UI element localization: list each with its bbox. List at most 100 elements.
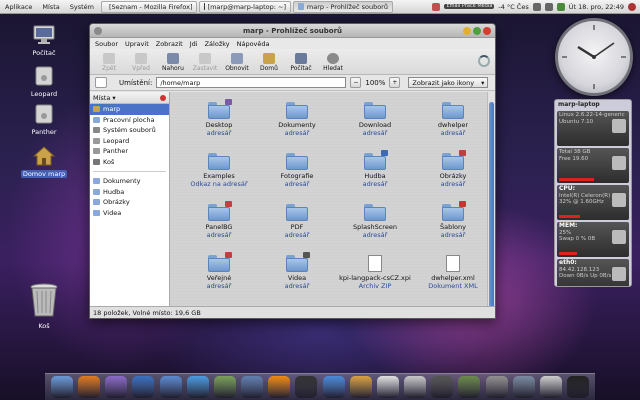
file-item[interactable]: Examples Odkaz na adresář [180, 153, 258, 188]
file-item[interactable]: dwhelper.xml Dokument XML [414, 255, 492, 290]
itunes-icon[interactable] [322, 376, 345, 398]
file-item[interactable]: Dokumenty adresář [258, 102, 336, 137]
volume-icon[interactable] [544, 2, 553, 11]
sidebar-item[interactable]: marp [90, 104, 169, 115]
chat-icon[interactable] [376, 376, 399, 398]
title-bar[interactable]: marp - Prohlížeč souborů [90, 24, 495, 38]
photos-icon[interactable] [213, 376, 236, 398]
file-item[interactable]: Šablony adresář [414, 201, 492, 239]
network-tool-icon[interactable] [512, 376, 535, 398]
sidebar-item[interactable]: Pracovní plocha [90, 115, 169, 126]
file-item[interactable]: dwhelper adresář [414, 102, 492, 137]
file-item[interactable]: kpi-langpack-csCZ.xpi Archiv ZIP [336, 255, 414, 290]
file-item[interactable]: Obrázky adresář [414, 150, 492, 188]
status-text: 18 položek, Volné místo: 19,6 GB [93, 308, 201, 317]
maximize-icon[interactable] [473, 27, 481, 35]
network-icon[interactable] [159, 376, 182, 398]
close-icon[interactable] [483, 27, 491, 35]
sidebar-item[interactable]: Koš [90, 157, 169, 168]
movie-icon[interactable] [295, 376, 318, 398]
desktop-icon-leopard[interactable]: Leopard [19, 66, 69, 98]
sidebar-bookmark[interactable]: Dokumenty [90, 176, 169, 187]
refresh-button[interactable]: Obnovit [223, 53, 251, 72]
minimize-icon[interactable] [463, 27, 471, 35]
home-button[interactable]: Domů [255, 53, 283, 72]
thunderbird-icon[interactable] [132, 376, 155, 398]
weather-icon[interactable] [186, 376, 209, 398]
file-item[interactable]: Download adresář [336, 102, 414, 137]
menu-edit[interactable]: Upravit [125, 40, 149, 48]
cd-icon[interactable] [349, 376, 372, 398]
toggle-location-button[interactable] [95, 77, 107, 88]
weather-label[interactable]: -4 °C Čes [498, 3, 528, 11]
network-icon[interactable] [532, 2, 541, 11]
file-item[interactable]: PDF adresář [258, 204, 336, 239]
clock-label[interactable]: Út 18. pro, 22:49 [569, 3, 624, 11]
menu-file[interactable]: Soubor [95, 40, 118, 48]
file-item[interactable]: Fotografie adresář [258, 153, 336, 188]
update-icon[interactable] [432, 2, 441, 11]
books-icon[interactable] [458, 376, 481, 398]
sidebar-item[interactable]: Systém souborů [90, 125, 169, 136]
analog-clock-widget[interactable] [555, 18, 633, 96]
preview-icon[interactable] [241, 376, 264, 398]
file-item[interactable]: PanelBG adresář [180, 201, 258, 239]
battery-icon[interactable] [556, 2, 565, 11]
script-icon[interactable] [539, 376, 562, 398]
menu-help[interactable]: Nápověda [237, 40, 270, 48]
file-type: adresář [284, 231, 310, 239]
desktop-icon-computer[interactable]: Počítač [19, 25, 69, 57]
vlc-icon[interactable] [268, 376, 291, 398]
menu-bookmarks[interactable]: Záložky [205, 40, 230, 48]
sidebar-bookmark[interactable]: Obrázky [90, 197, 169, 208]
sidebar-item[interactable]: Leopard [90, 136, 169, 147]
zoom-in-button[interactable]: + [389, 77, 401, 88]
sidebar-header[interactable]: Místa ▾ [90, 92, 169, 104]
sidebar-item[interactable]: Panther [90, 146, 169, 157]
file-item[interactable]: Desktop adresář [180, 99, 258, 137]
file-item[interactable]: Videa adresář [258, 252, 336, 290]
view-mode-select[interactable]: Zobrazit jako ikony ▾ [408, 77, 489, 88]
menu-go[interactable]: Jdi [190, 40, 198, 48]
calculator-icon[interactable] [431, 376, 454, 398]
scrollbar-thumb[interactable] [489, 102, 494, 306]
email-badge[interactable]: Email Práce Média [444, 3, 495, 10]
settings-icon[interactable] [485, 376, 508, 398]
up-button[interactable]: Nahoru [159, 53, 187, 72]
search-button[interactable]: Hledat [319, 53, 347, 72]
desktop-icon-panther[interactable]: Panther [19, 104, 69, 136]
power-icon[interactable] [628, 2, 636, 11]
computer-button[interactable]: Počítač [287, 53, 315, 72]
folder-icon [93, 209, 100, 216]
menu-places[interactable]: Místa [37, 3, 64, 11]
pidgin-icon[interactable] [105, 376, 128, 398]
firefox-icon[interactable] [78, 376, 101, 398]
file-view[interactable]: Desktop adresář Dokumenty adresář Download ad… [170, 92, 495, 306]
sidebar-bookmark[interactable]: Hudba [90, 187, 169, 198]
stop-button[interactable]: Zastavit [191, 53, 219, 72]
menu-applications[interactable]: Aplikace [0, 3, 37, 11]
file-item[interactable]: SplashScreen adresář [336, 204, 414, 239]
file-item[interactable]: Veřejné adresář [180, 252, 258, 290]
task-file-browser[interactable]: marp - Prohlížeč souborů [292, 0, 393, 13]
file-item[interactable]: Hudba adresář [336, 150, 414, 188]
terminal-icon[interactable] [566, 376, 589, 398]
sidebar-bookmark[interactable]: Videa [90, 208, 169, 219]
menu-view[interactable]: Zobrazit [156, 40, 183, 48]
emblem-icon [225, 99, 232, 105]
desktop-icon-trash[interactable]: Koš [19, 282, 69, 330]
menu-system[interactable]: Systém [65, 3, 99, 11]
folder-icon [442, 150, 466, 170]
sysmon-block: Total 38 GB Free 19.60 [557, 148, 629, 183]
zoom-out-button[interactable]: − [350, 77, 362, 88]
forward-button[interactable]: Vpřed [127, 53, 155, 72]
task-terminal[interactable]: [marp@marp-laptop: ~] [198, 0, 291, 13]
location-input[interactable]: /home/marp [156, 77, 347, 88]
scrollbar[interactable] [487, 92, 495, 306]
finder-icon[interactable] [51, 376, 73, 398]
desktop-icon-home[interactable]: Domov marp [19, 146, 69, 178]
back-button[interactable]: Zpět [95, 53, 123, 72]
close-sidebar-icon[interactable] [160, 94, 166, 101]
trafficlight-icon[interactable] [404, 376, 427, 398]
task-firefox[interactable]: [Seznam - Mozilla Firefox] [100, 0, 197, 13]
